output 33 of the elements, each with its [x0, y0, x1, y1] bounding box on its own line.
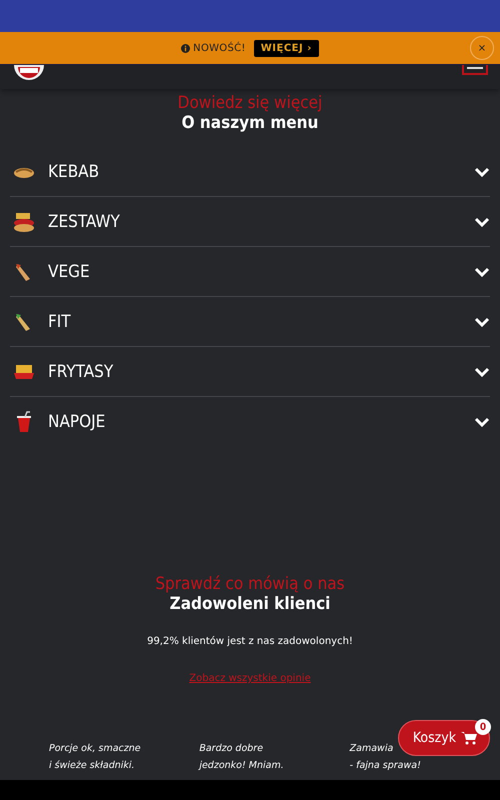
announcement-text: NOWOŚĆ!: [181, 42, 246, 54]
info-icon: [181, 44, 190, 52]
chevron-icon: [474, 216, 490, 226]
logo-icon: [14, 65, 44, 81]
review-quote-line: jedzonko! Mniam.: [199, 759, 284, 773]
review-quote-line: i świeże składniki.: [49, 759, 135, 773]
menu-category[interactable]: KEBAB: [10, 160, 490, 182]
menu-category[interactable]: NAPOJE: [10, 410, 490, 432]
section-title: Zadowoleni klienci: [170, 594, 330, 614]
chevron-icon: [474, 166, 490, 176]
review-quote-line: Bardzo dobre: [199, 742, 264, 756]
menu-button[interactable]: [462, 65, 488, 75]
section-title: O naszym menu: [182, 113, 318, 133]
menu-category[interactable]: FRYTASY: [10, 360, 490, 382]
section-subtitle: Dowiedz się więcej: [178, 93, 322, 113]
chevron-icon: [474, 416, 490, 426]
section-subtitle: Sprawdź co mówią o nas: [155, 574, 345, 594]
menu-icon: [467, 65, 483, 71]
menu-category[interactable]: VEGE: [10, 260, 490, 282]
more-button[interactable]: WIĘCEJ ›: [254, 40, 319, 56]
cart-count-badge: 0: [475, 719, 491, 735]
satisfaction-text: 99,2% klientów jest z nas zadowolonych!: [146, 636, 354, 647]
chevron-icon: [474, 316, 490, 326]
review-quote-line: Zamawia: [350, 742, 394, 756]
chevron-icon: [474, 266, 490, 276]
close-button[interactable]: ×: [470, 36, 494, 60]
menu-category[interactable]: ZESTAWY: [10, 210, 490, 232]
review-quote-line: - fajna sprawa!: [350, 759, 421, 773]
menu-category[interactable]: FIT: [10, 310, 490, 332]
chevron-icon: [474, 366, 490, 376]
review-quote-line: Porcje ok, smaczne: [49, 742, 141, 756]
cart-button[interactable]: Koszyk 0: [398, 720, 490, 756]
cart-icon: [461, 731, 477, 745]
